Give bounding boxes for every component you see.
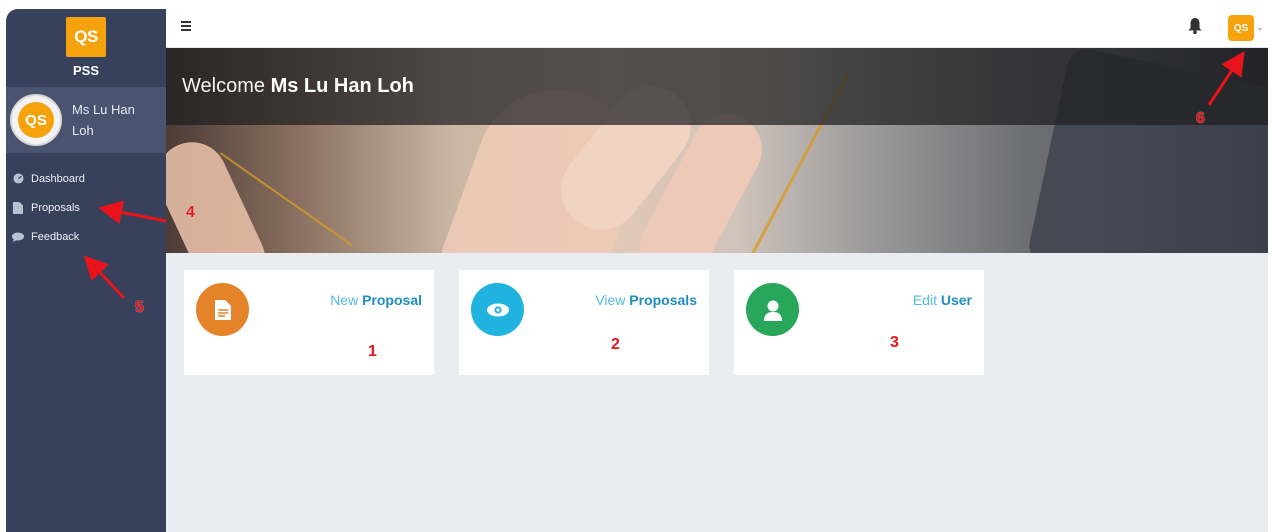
welcome-user-name: Ms Lu Han Loh (270, 75, 414, 97)
edit-user-card[interactable]: Edit User (734, 270, 984, 375)
view-proposals-card[interactable]: View Proposals (459, 270, 709, 375)
user-panel: QS Ms Lu Han Loh (6, 87, 166, 153)
avatar-logo: QS (18, 102, 54, 138)
card-title: Edit User (913, 292, 972, 308)
sidebar-item-label: Feedback (31, 230, 80, 243)
sidebar-item-feedback[interactable]: Feedback (6, 222, 166, 251)
sidebar-nav: Dashboard Proposals Feedback (6, 164, 166, 251)
sidebar: QS PSS QS Ms Lu Han Loh Dashboard Propos… (6, 9, 166, 532)
document-icon (12, 201, 24, 214)
sidebar-item-dashboard[interactable]: Dashboard (6, 164, 166, 193)
sidebar-item-proposals[interactable]: Proposals (6, 193, 166, 222)
comment-icon (12, 231, 24, 243)
card-title-bold: Proposals (629, 292, 697, 308)
avatar: QS (10, 94, 62, 146)
user-menu-avatar[interactable]: QS (1228, 15, 1254, 41)
sidebar-item-label: Proposals (31, 201, 80, 214)
card-title-light: Edit (912, 292, 937, 308)
user-name: Ms Lu Han Loh (72, 102, 135, 138)
card-title-bold: Proposal (362, 292, 422, 308)
top-bar: QS ⌄ (166, 9, 1268, 48)
app-window: QS PSS QS Ms Lu Han Loh Dashboard Propos… (6, 9, 1268, 532)
welcome-prefix: Welcome (182, 75, 265, 97)
card-title: New Proposal (330, 292, 422, 308)
card-title-light: New (330, 292, 359, 308)
brand-name: PSS (72, 63, 99, 78)
bell-icon[interactable] (1188, 18, 1204, 36)
hamburger-icon[interactable] (181, 21, 191, 33)
annotation-4: 4 (186, 204, 195, 221)
brand-logo[interactable]: QS (66, 17, 106, 57)
annotation-2: 2 (611, 336, 620, 353)
new-proposal-card[interactable]: New Proposal (184, 270, 434, 375)
brand: QS PSS (6, 9, 166, 87)
sidebar-item-label: Dashboard (31, 172, 85, 185)
annotation-6: 6 (1196, 110, 1205, 127)
card-title: View Proposals (595, 292, 697, 308)
welcome-message: Welcome Ms Lu Han Loh (182, 75, 414, 98)
user-icon (746, 283, 799, 336)
dashboard-icon (12, 173, 24, 185)
eye-icon (471, 283, 524, 336)
file-icon (196, 283, 249, 336)
annotation-1: 1 (368, 343, 377, 360)
welcome-banner: Welcome Ms Lu Han Loh (166, 48, 1268, 253)
chevron-down-icon[interactable]: ⌄ (1256, 22, 1264, 33)
card-title-light: View (595, 292, 626, 308)
annotation-5: 5 (135, 299, 144, 316)
annotation-3: 3 (890, 334, 899, 351)
card-title-bold: User (940, 292, 972, 308)
